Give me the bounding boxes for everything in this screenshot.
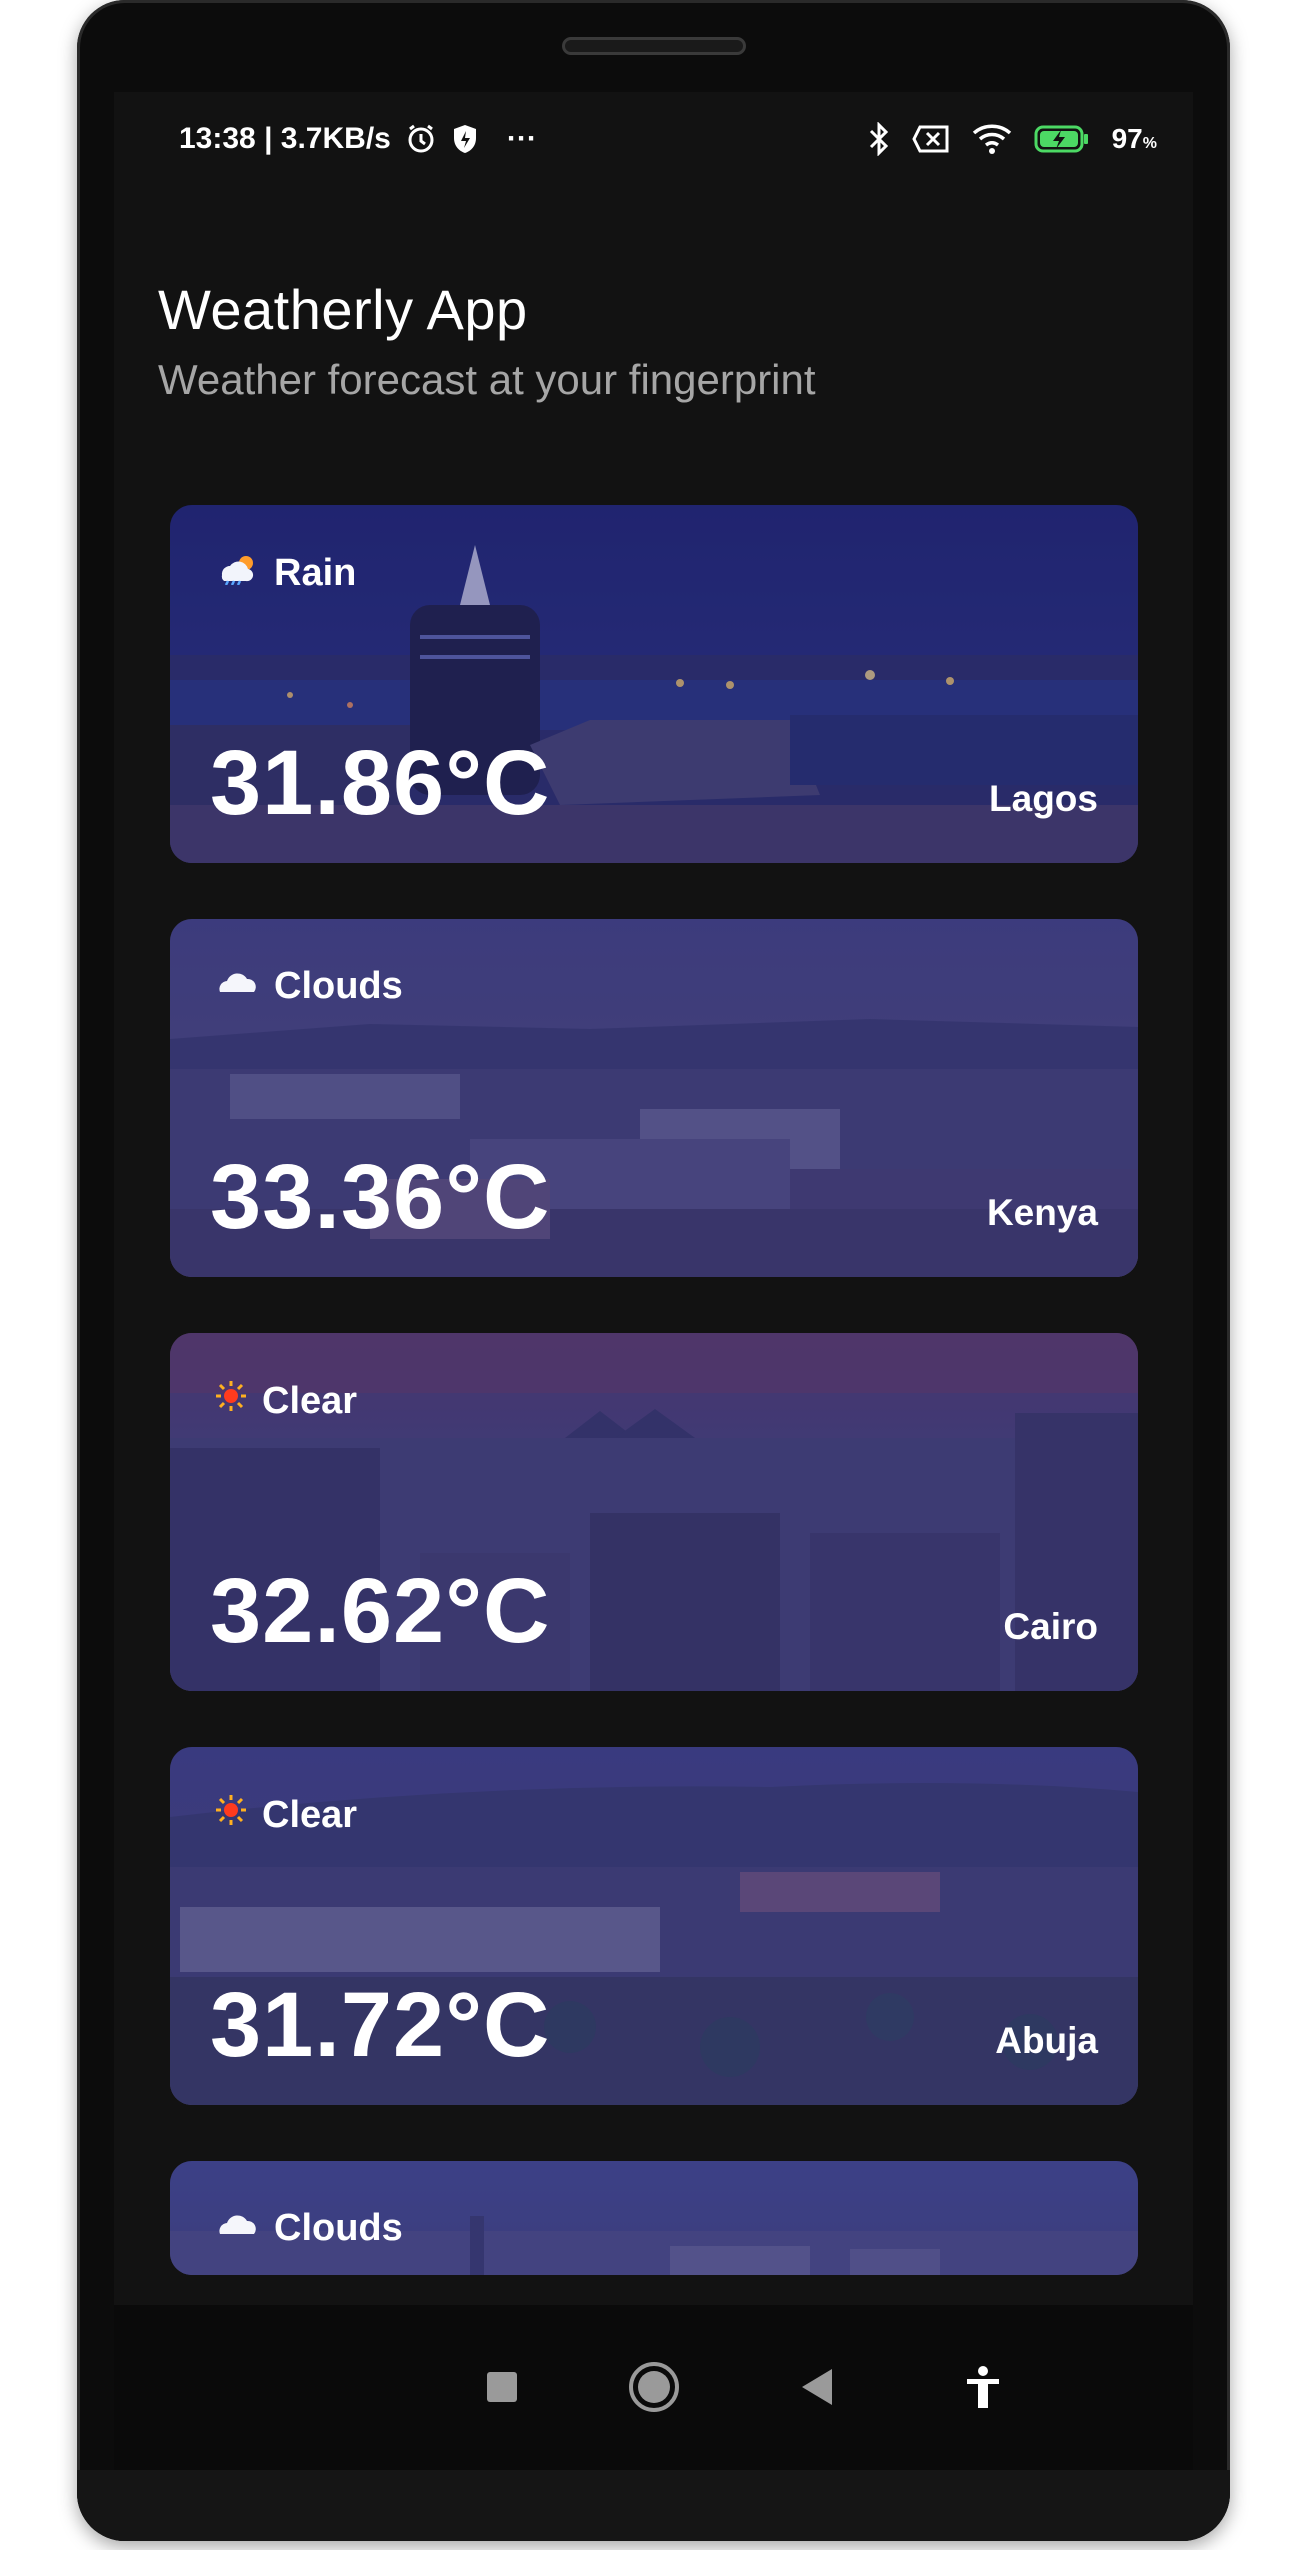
temperature-value: 32.62°C <box>210 1560 551 1662</box>
weather-card-cairo[interactable]: Clear 32.62°C Cairo <box>170 1333 1138 1691</box>
cloud-icon <box>214 965 260 1008</box>
temperature-value: 33.36°C <box>210 1146 551 1248</box>
battery-percentage: 97% <box>1111 123 1157 154</box>
weather-condition: Rain <box>214 551 356 595</box>
weather-card-kenya[interactable]: Clouds 33.36°C Kenya <box>170 919 1138 1277</box>
phone-frame: 13:38 | 3.7KB/s ··· 97% Weatherly App We… <box>77 0 1230 2541</box>
weather-condition-label: Clouds <box>274 2207 403 2249</box>
sun-icon <box>214 1379 248 1423</box>
weather-card-lagos[interactable]: Rain 31.86°C Lagos <box>170 505 1138 863</box>
city-name: Abuja <box>995 2020 1098 2061</box>
weather-condition: Clouds <box>214 2207 403 2250</box>
home-circle-icon[interactable] <box>622 2355 686 2419</box>
accessibility-icon[interactable] <box>951 2355 1015 2419</box>
recents-square-icon[interactable] <box>470 2355 534 2419</box>
app-screen: 13:38 | 3.7KB/s ··· 97% Weatherly App We… <box>114 92 1193 2305</box>
wifi-icon <box>972 123 1012 155</box>
city-name: Cairo <box>1003 1606 1098 1647</box>
alarm-icon <box>405 123 437 155</box>
app-header: Weatherly App Weather forecast at your f… <box>158 277 816 404</box>
city-name: Kenya <box>986 1192 1098 1233</box>
back-triangle-icon[interactable] <box>786 2355 850 2419</box>
sim-off-icon <box>911 124 950 154</box>
weather-condition-label: Rain <box>274 551 357 594</box>
sun-icon <box>214 1793 248 1837</box>
more-notifications-icon: ··· <box>506 122 537 155</box>
status-bar: 13:38 | 3.7KB/s ··· 97% <box>114 92 1193 192</box>
weather-card-abuja[interactable]: Clear 31.72°C Abuja <box>170 1747 1138 2105</box>
weather-condition: Clear <box>214 1793 357 1837</box>
cloud-icon <box>214 2207 260 2250</box>
page-subtitle: Weather forecast at your fingerprint <box>158 356 816 403</box>
weather-card-partial[interactable]: Clouds <box>170 2161 1138 2275</box>
status-time: 13:38 | 3.7KB/s <box>179 122 391 155</box>
weather-condition-label: Clear <box>262 1379 358 1422</box>
weather-condition-label: Clouds <box>274 965 403 1007</box>
rain-sun-icon <box>214 551 260 595</box>
shield-icon <box>451 123 479 155</box>
temperature-value: 31.86°C <box>210 732 551 834</box>
bluetooth-icon <box>868 122 890 156</box>
weather-condition-label: Clear <box>262 1793 358 1836</box>
earpiece-speaker <box>562 37 746 55</box>
city-name: Lagos <box>989 778 1098 819</box>
page-title: Weatherly App <box>158 278 528 341</box>
weather-condition: Clear <box>214 1379 357 1423</box>
weather-condition: Clouds <box>214 965 403 1008</box>
temperature-value: 31.72°C <box>210 1974 551 2076</box>
battery-charging-icon <box>1034 124 1090 154</box>
system-nav-bar <box>114 2305 1193 2470</box>
weather-card-list[interactable]: Rain 31.86°C Lagos Clouds 33.36°C Kenya … <box>170 505 1138 2275</box>
phone-chin <box>77 2470 1230 2541</box>
